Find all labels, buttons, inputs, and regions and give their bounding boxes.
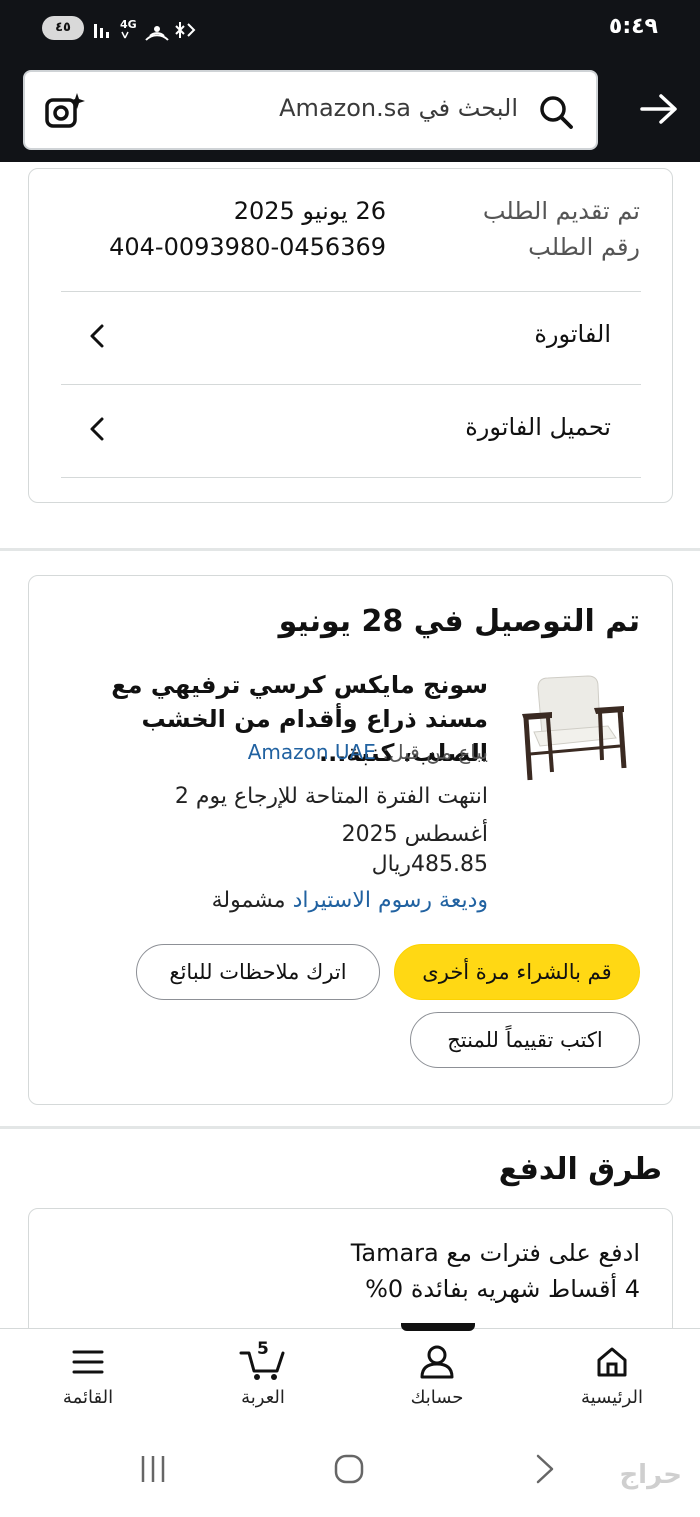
order-info-card: تم تقديم الطلب 26 يونيو 2025 رقم الطلب 4… (28, 168, 673, 503)
delivery-status-title: تم التوصيل في 28 يونيو (278, 604, 640, 639)
order-placed-label: تم تقديم الطلب (482, 197, 640, 225)
signal-icons: 4G (94, 18, 196, 41)
clock: ٥:٤٩ (608, 14, 658, 39)
section-separator (0, 548, 700, 551)
invoice-row[interactable]: الفاتورة (61, 292, 641, 384)
app-header: البحث في Amazon.sa (0, 58, 700, 162)
buy-again-button[interactable]: قم بالشراء مرة أخرى (394, 944, 640, 1000)
order-number-label: رقم الطلب (528, 233, 640, 261)
account-icon (420, 1345, 454, 1379)
watermark-logo: حراج (619, 1460, 682, 1490)
battery-indicator: ٤٥ (42, 16, 84, 40)
divider (61, 477, 641, 478)
menu-icon (72, 1350, 104, 1374)
recent-apps-icon[interactable] (138, 1452, 170, 1488)
section-separator (0, 1126, 700, 1129)
leave-seller-feedback-button[interactable]: اترك ملاحظات للبائع (136, 944, 380, 1000)
return-window-note: انتهت الفترة المتاحة للإرجاع يوم 2 أغسطس… (174, 784, 488, 847)
active-tab-indicator (401, 1323, 475, 1331)
nav-cart[interactable]: 5 العربة (203, 1339, 323, 1408)
svg-text:4G: 4G (120, 18, 137, 31)
order-number-value: 404-0093980-0456369 (109, 233, 386, 261)
nav-cart-label: العربة (241, 1387, 285, 1408)
order-placed-date: 26 يونيو 2025 (233, 197, 386, 225)
nav-menu-label: القائمة (62, 1387, 114, 1408)
payment-method-line: ادفع على فترات مع Tamara (350, 1239, 640, 1267)
bottom-navigation: الرئيسية حسابك 5 العربة القائمة (0, 1323, 700, 1428)
search-icon[interactable] (538, 94, 574, 130)
home-button-icon[interactable] (332, 1452, 368, 1488)
chevron-left-icon (90, 417, 104, 441)
download-invoice-label: تحميل الفاتورة (465, 413, 611, 441)
chevron-left-icon (90, 324, 104, 348)
write-review-button[interactable]: اكتب تقييماً للمنتج (410, 1012, 640, 1068)
payment-methods-title: طرق الدفع (498, 1152, 662, 1187)
installment-line: 4 أقساط شهريه بفائدة 0% (365, 1275, 640, 1303)
import-deposit-suffix: مشمولة (211, 888, 286, 913)
import-deposit-link[interactable]: وديعة رسوم الاستيراد (293, 888, 488, 913)
search-placeholder: البحث في Amazon.sa (279, 94, 518, 122)
camera-search-icon[interactable] (43, 90, 85, 132)
download-invoice-row[interactable]: تحميل الفاتورة (61, 385, 641, 477)
product-price: 485.85ريال (371, 852, 488, 877)
back-arrow-icon[interactable] (638, 88, 680, 130)
nav-home-label: الرئيسية (581, 1387, 643, 1408)
home-icon (597, 1347, 627, 1377)
cart-count-badge: 5 (257, 1339, 269, 1359)
sold-by-label: يباع من قبل: (382, 740, 488, 764)
delivery-card: تم التوصيل في 28 يونيو سونج مايكس كرسي ت… (28, 575, 673, 1105)
product-image[interactable] (516, 668, 634, 786)
seller-link[interactable]: Amazon UAE (248, 740, 376, 764)
nav-account-label: حسابك (410, 1387, 464, 1408)
nav-home[interactable]: الرئيسية (552, 1343, 672, 1408)
invoice-label: الفاتورة (534, 320, 611, 348)
status-bar: ٤٥ 4G ٥:٤٩ (0, 0, 700, 58)
import-deposit-line: وديعة رسوم الاستيراد مشمولة (212, 888, 488, 913)
nav-account[interactable]: حسابك (377, 1343, 497, 1408)
back-button-icon[interactable] (532, 1452, 562, 1488)
nav-menu[interactable]: القائمة (28, 1343, 148, 1408)
search-input[interactable]: البحث في Amazon.sa (23, 70, 598, 150)
seller-line: يباع من قبل: Amazon UAE (248, 740, 488, 764)
system-navigation-bar (0, 1430, 700, 1517)
